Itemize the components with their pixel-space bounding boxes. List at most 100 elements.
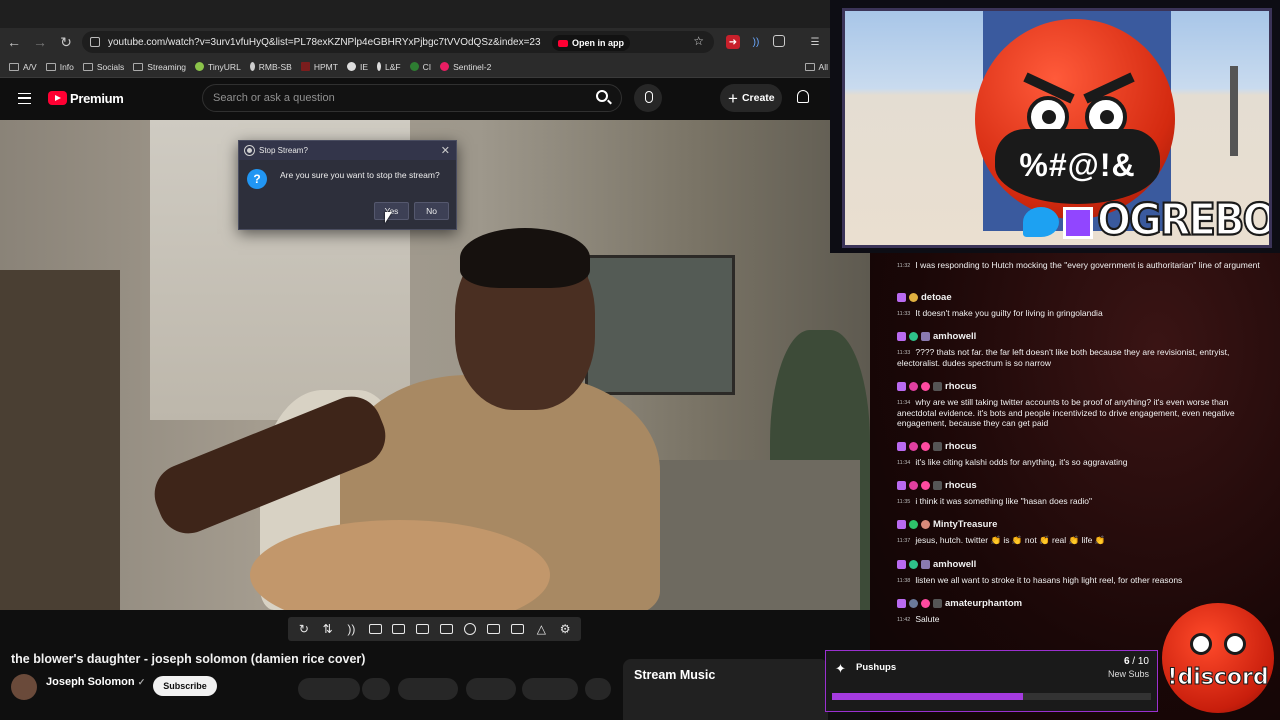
close-icon[interactable]: ✕ (441, 144, 450, 157)
chat-line: 11:35 i think it was something like "hasa… (897, 496, 1267, 507)
avatar-badge-icon (909, 332, 918, 342)
all-bookmarks[interactable]: All (804, 62, 828, 72)
bookmark-sentinel-2[interactable]: Sentinel-2 (440, 62, 491, 72)
channel-avatar[interactable] (11, 674, 37, 700)
channel-name[interactable]: Joseph Solomon ✓ (46, 676, 145, 688)
notifications-bell-icon[interactable] (797, 90, 809, 103)
menu-icon[interactable] (18, 93, 31, 104)
chat-timestamp: 11:33 (897, 310, 911, 317)
bookmark-hpmt[interactable]: HPMT (300, 62, 338, 72)
search-icon[interactable] (596, 90, 608, 102)
badge-left-eye (1190, 633, 1212, 655)
no-button[interactable]: No (414, 202, 449, 220)
heart-badge-icon (921, 382, 930, 392)
settings-gear-icon[interactable]: ⚙ (558, 622, 573, 636)
save-button[interactable] (466, 678, 516, 700)
sort-icon[interactable]: ⇅ (320, 622, 335, 636)
reading-list-icon[interactable]: ☰ (808, 35, 822, 49)
sub-badge-icon (933, 382, 942, 392)
subscribe-button[interactable]: Subscribe (153, 676, 217, 696)
voice-search-icon[interactable] (634, 84, 662, 112)
screenshot-camera-icon[interactable] (510, 622, 525, 636)
box-shape (487, 624, 501, 634)
chat-timestamp: 11:32 (897, 263, 911, 269)
chat-username: detoae (921, 292, 952, 303)
mod-badge-icon (897, 332, 906, 342)
mod-badge-icon (897, 481, 906, 491)
chat-text: i think it was something like "hasan doe… (915, 495, 1092, 506)
watch-later-icon[interactable] (368, 622, 383, 636)
goal-sub-label: New Subs (1107, 669, 1149, 679)
stream-webcam-overlay: %#@!& OGREBOY6 (830, 0, 1280, 253)
chat-line: 11:33???? thats not far. the far left do… (897, 347, 1267, 368)
heart-badge-icon (921, 442, 930, 452)
goal-separator: / (1129, 656, 1138, 667)
clapper-icon[interactable] (391, 622, 406, 636)
bookmark-folder-av[interactable]: A/V (9, 62, 37, 72)
folder-icon (9, 62, 19, 71)
address-bar[interactable]: youtube.com/watch?v=3urv1vfuHyQ&list=PL7… (82, 31, 714, 53)
box-shape (511, 624, 525, 634)
bookmark-folder-socials[interactable]: Socials (82, 62, 124, 72)
mod-badge-icon (897, 520, 906, 530)
avatar-badge-icon (909, 560, 918, 570)
chat-line: 11:34 it's like citing kalshi odds for an… (897, 457, 1267, 468)
like-button[interactable] (298, 678, 360, 700)
folder-icon (45, 62, 56, 71)
youtube-premium-logo[interactable]: Premium (70, 91, 124, 106)
folder-icon (82, 62, 93, 71)
bookmark-ci[interactable]: CI (409, 62, 431, 72)
theater-mode-icon[interactable] (439, 622, 454, 636)
site-info-icon[interactable] (90, 37, 100, 47)
mod-badge-icon (897, 442, 906, 452)
bookmark-folder-info[interactable]: Info (45, 62, 74, 72)
chat-timestamp: 11:37 (897, 537, 911, 544)
search-input[interactable]: Search or ask a question (202, 84, 622, 112)
back-icon[interactable]: ← (2, 30, 26, 54)
clip-button[interactable] (522, 678, 578, 700)
avatar-badge-icon (909, 481, 918, 491)
chat-message: 11:32 I was responding to Hutch mocking t… (897, 260, 1267, 271)
bookmark-lf[interactable]: L&F (376, 62, 401, 72)
extensions-puzzle-icon[interactable] (773, 35, 785, 47)
speed-icon[interactable] (463, 622, 478, 636)
picture-in-picture-icon[interactable] (415, 622, 430, 636)
chat-message: MintyTreasure 11:37 jesus, hutch. twitter… (897, 519, 1267, 546)
dislike-button[interactable] (362, 678, 390, 700)
bookmark-star-icon[interactable]: ☆ (693, 34, 704, 48)
chat-text: it's like citing kalshi odds for anythin… (915, 456, 1128, 467)
bookmark-folder-streaming[interactable]: Streaming (133, 62, 186, 72)
youtube-logo-icon[interactable] (48, 91, 67, 105)
chat-username-row: rhocus (897, 480, 1267, 492)
open-in-app-button[interactable]: Open in app (551, 35, 630, 51)
mod-badge-icon (897, 599, 906, 609)
performer-hair (460, 228, 590, 288)
bookmark-ie[interactable]: IE (346, 62, 368, 72)
search-placeholder: Search or ask a question (213, 92, 335, 104)
twitch-icon (1063, 207, 1093, 239)
share-button[interactable] (398, 678, 458, 700)
box-shape (416, 624, 430, 634)
chat-line: 11:32 I was responding to Hutch mocking t… (897, 260, 1267, 271)
reload-icon[interactable]: ↻ (54, 30, 78, 54)
more-actions-button[interactable] (585, 678, 611, 700)
create-button[interactable]: + Create (720, 84, 782, 112)
extension-audio-icon[interactable]: )) (749, 35, 763, 49)
chat-message: amhowell 11:33???? thats not far. the fa… (897, 331, 1267, 368)
loop-icon[interactable]: ↻ (296, 622, 311, 636)
webcam-frame: %#@!& OGREBOY6 (842, 8, 1272, 248)
chat-line: 11:37 jesus, hutch. twitter 👏 is 👏 not 👏 … (897, 535, 1267, 546)
chat-timestamp: 11:34 (897, 459, 911, 466)
mouse-cursor-icon (385, 212, 392, 223)
audio-icon[interactable]: )) (344, 622, 359, 636)
bookmark-rmb-sb[interactable]: RMB-SB (249, 62, 292, 72)
flask-icon[interactable]: △ (534, 622, 549, 636)
stream-music-panel[interactable]: Stream Music (623, 659, 828, 720)
avatar-badge-icon (909, 382, 918, 392)
forward-icon[interactable]: → (28, 30, 52, 54)
discord-label: !discord (1167, 665, 1269, 691)
extension-red-icon[interactable]: ➜ (726, 35, 740, 49)
add-marker-icon[interactable] (486, 622, 501, 636)
bookmark-tinyurl[interactable]: TinyURL (195, 62, 241, 72)
sub-badge-icon (933, 599, 942, 609)
